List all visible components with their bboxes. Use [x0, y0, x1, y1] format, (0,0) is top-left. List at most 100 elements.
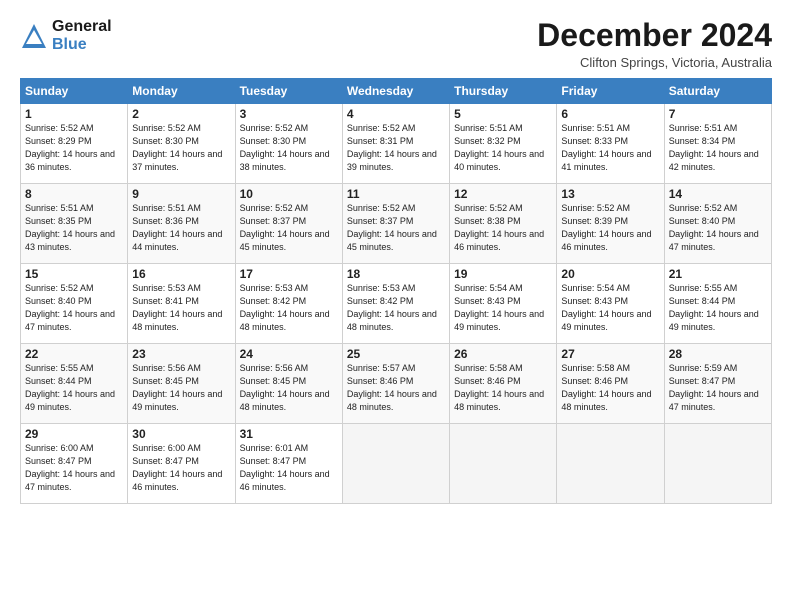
cell-1-1: 1Sunrise: 5:52 AMSunset: 8:29 PMDaylight… [21, 104, 128, 184]
cell-info: Sunrise: 5:52 AMSunset: 8:29 PMDaylight:… [25, 122, 123, 174]
cell-info: Sunrise: 5:51 AMSunset: 8:35 PMDaylight:… [25, 202, 123, 254]
day-number: 30 [132, 427, 230, 441]
header-sunday: Sunday [21, 79, 128, 104]
cell-info: Sunrise: 5:52 AMSunset: 8:37 PMDaylight:… [347, 202, 445, 254]
cell-2-7: 14Sunrise: 5:52 AMSunset: 8:40 PMDayligh… [664, 184, 771, 264]
cell-info: Sunrise: 5:51 AMSunset: 8:32 PMDaylight:… [454, 122, 552, 174]
day-number: 7 [669, 107, 767, 121]
day-number: 4 [347, 107, 445, 121]
header: General Blue December 2024 Clifton Sprin… [20, 18, 772, 70]
cell-info: Sunrise: 5:53 AMSunset: 8:42 PMDaylight:… [347, 282, 445, 334]
cell-info: Sunrise: 5:56 AMSunset: 8:45 PMDaylight:… [240, 362, 338, 414]
cell-info: Sunrise: 5:52 AMSunset: 8:30 PMDaylight:… [132, 122, 230, 174]
cell-info: Sunrise: 5:52 AMSunset: 8:37 PMDaylight:… [240, 202, 338, 254]
logo-icon [20, 22, 48, 50]
title-area: December 2024 Clifton Springs, Victoria,… [537, 18, 772, 70]
cell-info: Sunrise: 5:51 AMSunset: 8:33 PMDaylight:… [561, 122, 659, 174]
day-number: 5 [454, 107, 552, 121]
day-number: 17 [240, 267, 338, 281]
cell-info: Sunrise: 5:53 AMSunset: 8:42 PMDaylight:… [240, 282, 338, 334]
location: Clifton Springs, Victoria, Australia [537, 55, 772, 70]
cell-2-2: 9Sunrise: 5:51 AMSunset: 8:36 PMDaylight… [128, 184, 235, 264]
day-number: 28 [669, 347, 767, 361]
logo-general: General [52, 18, 112, 36]
cell-info: Sunrise: 5:57 AMSunset: 8:46 PMDaylight:… [347, 362, 445, 414]
header-wednesday: Wednesday [342, 79, 449, 104]
logo-area: General Blue [20, 18, 112, 53]
cell-info: Sunrise: 5:58 AMSunset: 8:46 PMDaylight:… [454, 362, 552, 414]
cell-1-6: 6Sunrise: 5:51 AMSunset: 8:33 PMDaylight… [557, 104, 664, 184]
day-number: 27 [561, 347, 659, 361]
cell-3-4: 18Sunrise: 5:53 AMSunset: 8:42 PMDayligh… [342, 264, 449, 344]
cell-2-6: 13Sunrise: 5:52 AMSunset: 8:39 PMDayligh… [557, 184, 664, 264]
cell-info: Sunrise: 5:54 AMSunset: 8:43 PMDaylight:… [454, 282, 552, 334]
cell-info: Sunrise: 5:54 AMSunset: 8:43 PMDaylight:… [561, 282, 659, 334]
cell-info: Sunrise: 5:52 AMSunset: 8:40 PMDaylight:… [25, 282, 123, 334]
month-title: December 2024 [537, 18, 772, 53]
cell-5-5 [450, 424, 557, 504]
cell-5-6 [557, 424, 664, 504]
day-number: 23 [132, 347, 230, 361]
page: General Blue December 2024 Clifton Sprin… [0, 0, 792, 612]
cell-1-5: 5Sunrise: 5:51 AMSunset: 8:32 PMDaylight… [450, 104, 557, 184]
day-number: 9 [132, 187, 230, 201]
cell-5-4 [342, 424, 449, 504]
cell-info: Sunrise: 5:53 AMSunset: 8:41 PMDaylight:… [132, 282, 230, 334]
day-number: 18 [347, 267, 445, 281]
week-row-3: 15Sunrise: 5:52 AMSunset: 8:40 PMDayligh… [21, 264, 772, 344]
cell-4-7: 28Sunrise: 5:59 AMSunset: 8:47 PMDayligh… [664, 344, 771, 424]
day-number: 11 [347, 187, 445, 201]
cell-info: Sunrise: 5:52 AMSunset: 8:38 PMDaylight:… [454, 202, 552, 254]
day-number: 15 [25, 267, 123, 281]
cell-info: Sunrise: 5:51 AMSunset: 8:34 PMDaylight:… [669, 122, 767, 174]
week-row-1: 1Sunrise: 5:52 AMSunset: 8:29 PMDaylight… [21, 104, 772, 184]
cell-3-2: 16Sunrise: 5:53 AMSunset: 8:41 PMDayligh… [128, 264, 235, 344]
cell-3-5: 19Sunrise: 5:54 AMSunset: 8:43 PMDayligh… [450, 264, 557, 344]
cell-2-4: 11Sunrise: 5:52 AMSunset: 8:37 PMDayligh… [342, 184, 449, 264]
day-number: 12 [454, 187, 552, 201]
cell-5-7 [664, 424, 771, 504]
cell-info: Sunrise: 5:52 AMSunset: 8:40 PMDaylight:… [669, 202, 767, 254]
cell-info: Sunrise: 6:01 AMSunset: 8:47 PMDaylight:… [240, 442, 338, 494]
day-number: 20 [561, 267, 659, 281]
cell-1-7: 7Sunrise: 5:51 AMSunset: 8:34 PMDaylight… [664, 104, 771, 184]
cell-info: Sunrise: 5:59 AMSunset: 8:47 PMDaylight:… [669, 362, 767, 414]
day-number: 10 [240, 187, 338, 201]
day-number: 31 [240, 427, 338, 441]
day-number: 8 [25, 187, 123, 201]
logo-blue: Blue [52, 36, 112, 54]
cell-4-2: 23Sunrise: 5:56 AMSunset: 8:45 PMDayligh… [128, 344, 235, 424]
cell-info: Sunrise: 5:55 AMSunset: 8:44 PMDaylight:… [669, 282, 767, 334]
logo-text: General Blue [52, 18, 112, 53]
day-number: 6 [561, 107, 659, 121]
cell-4-5: 26Sunrise: 5:58 AMSunset: 8:46 PMDayligh… [450, 344, 557, 424]
day-number: 14 [669, 187, 767, 201]
cell-3-7: 21Sunrise: 5:55 AMSunset: 8:44 PMDayligh… [664, 264, 771, 344]
cell-3-3: 17Sunrise: 5:53 AMSunset: 8:42 PMDayligh… [235, 264, 342, 344]
header-thursday: Thursday [450, 79, 557, 104]
week-row-2: 8Sunrise: 5:51 AMSunset: 8:35 PMDaylight… [21, 184, 772, 264]
day-number: 3 [240, 107, 338, 121]
day-number: 21 [669, 267, 767, 281]
cell-info: Sunrise: 6:00 AMSunset: 8:47 PMDaylight:… [132, 442, 230, 494]
cell-4-6: 27Sunrise: 5:58 AMSunset: 8:46 PMDayligh… [557, 344, 664, 424]
header-tuesday: Tuesday [235, 79, 342, 104]
cell-5-2: 30Sunrise: 6:00 AMSunset: 8:47 PMDayligh… [128, 424, 235, 504]
cell-1-2: 2Sunrise: 5:52 AMSunset: 8:30 PMDaylight… [128, 104, 235, 184]
day-number: 2 [132, 107, 230, 121]
cell-info: Sunrise: 5:52 AMSunset: 8:39 PMDaylight:… [561, 202, 659, 254]
day-number: 19 [454, 267, 552, 281]
day-number: 26 [454, 347, 552, 361]
day-number: 1 [25, 107, 123, 121]
cell-3-1: 15Sunrise: 5:52 AMSunset: 8:40 PMDayligh… [21, 264, 128, 344]
day-number: 13 [561, 187, 659, 201]
cell-3-6: 20Sunrise: 5:54 AMSunset: 8:43 PMDayligh… [557, 264, 664, 344]
cell-5-3: 31Sunrise: 6:01 AMSunset: 8:47 PMDayligh… [235, 424, 342, 504]
cell-info: Sunrise: 5:55 AMSunset: 8:44 PMDaylight:… [25, 362, 123, 414]
cell-4-4: 25Sunrise: 5:57 AMSunset: 8:46 PMDayligh… [342, 344, 449, 424]
header-friday: Friday [557, 79, 664, 104]
header-monday: Monday [128, 79, 235, 104]
cell-4-3: 24Sunrise: 5:56 AMSunset: 8:45 PMDayligh… [235, 344, 342, 424]
cell-2-1: 8Sunrise: 5:51 AMSunset: 8:35 PMDaylight… [21, 184, 128, 264]
cell-4-1: 22Sunrise: 5:55 AMSunset: 8:44 PMDayligh… [21, 344, 128, 424]
